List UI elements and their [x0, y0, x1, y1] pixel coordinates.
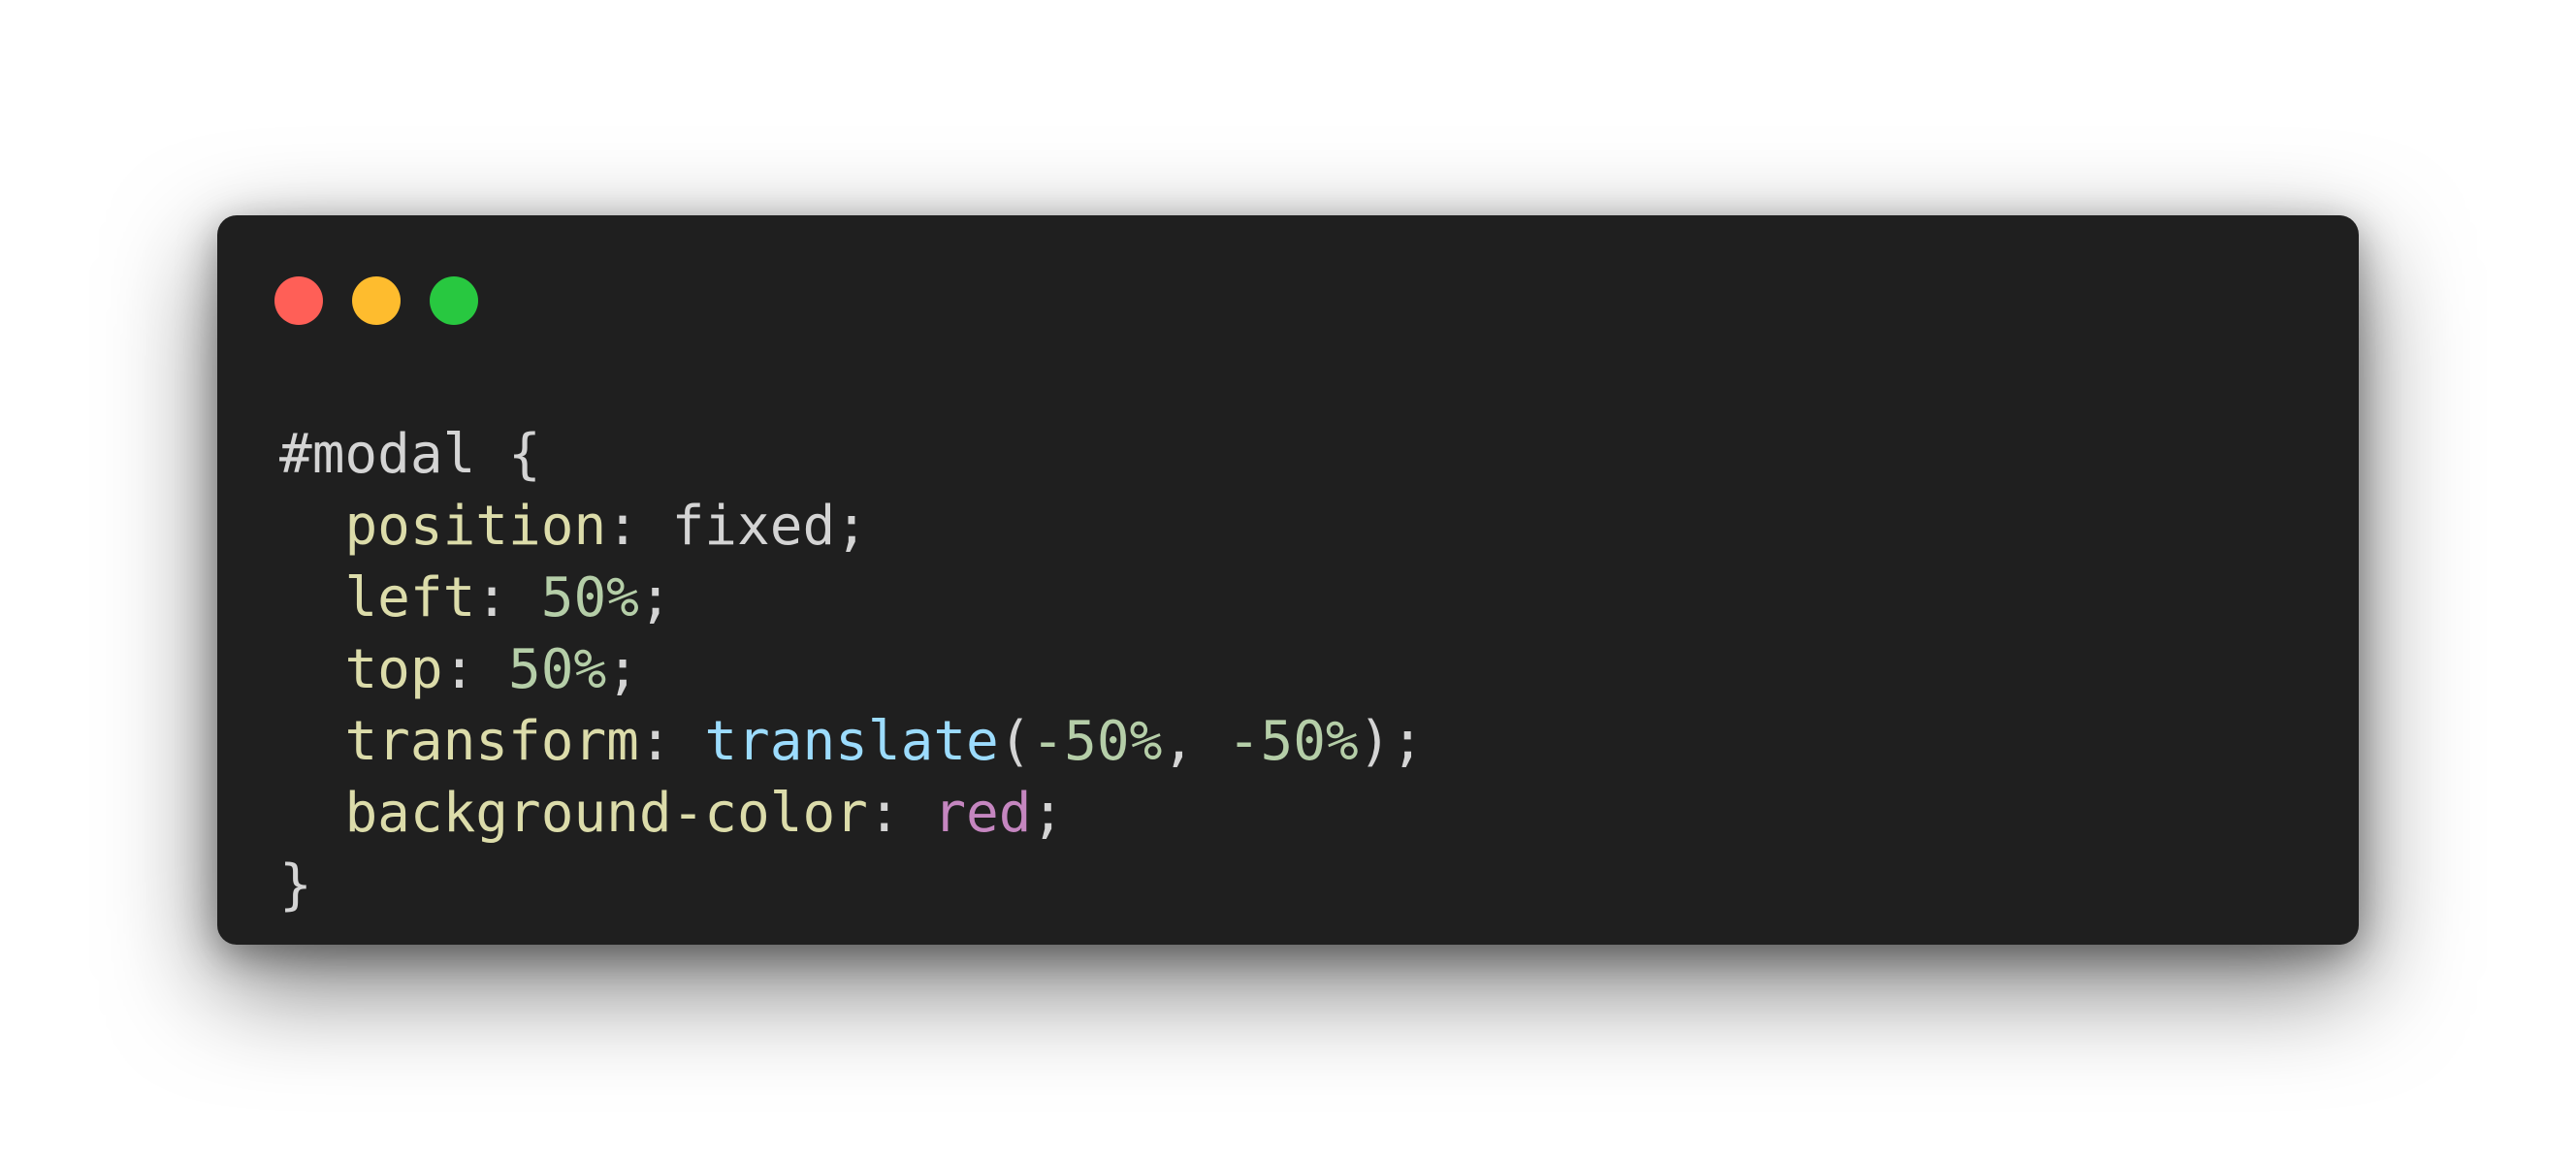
css-property: left [344, 566, 476, 629]
css-value: fixed [671, 495, 836, 558]
code-line-transform: transform: translate(-50%, -50%); [279, 706, 1424, 778]
open-paren: ( [998, 710, 1032, 773]
closing-brace: } [279, 854, 312, 917]
colon: : [606, 495, 672, 558]
css-selector: #modal { [279, 423, 541, 486]
css-value: 50% [540, 566, 639, 629]
css-property: background-color [344, 782, 868, 845]
code-line-background-color: background-color: red; [279, 778, 1424, 850]
css-arg: -50% [1227, 710, 1359, 773]
code-block: #modal { position: fixed; left: 50%; top… [279, 419, 1424, 921]
semicolon: ; [1391, 710, 1425, 773]
colon: : [442, 638, 509, 701]
code-line-selector: #modal { [279, 419, 1424, 491]
minimize-button[interactable] [352, 276, 401, 325]
css-arg: -50% [1031, 710, 1163, 773]
colon: : [475, 566, 541, 629]
code-line-left: left: 50%; [279, 563, 1424, 634]
close-button[interactable] [274, 276, 323, 325]
colon: : [867, 782, 934, 845]
maximize-button[interactable] [430, 276, 478, 325]
css-property: top [344, 638, 443, 701]
semicolon: ; [1031, 782, 1065, 845]
code-line-position: position: fixed; [279, 491, 1424, 563]
window-controls [274, 276, 478, 325]
semicolon: ; [835, 495, 868, 558]
css-value: red [933, 782, 1032, 845]
code-line-closing: } [279, 850, 1424, 921]
close-paren: ) [1358, 710, 1392, 773]
css-function: translate [704, 710, 999, 773]
css-value: 50% [508, 638, 607, 701]
code-line-top: top: 50%; [279, 634, 1424, 706]
colon: : [638, 710, 705, 773]
semicolon: ; [606, 638, 639, 701]
css-property: transform [344, 710, 639, 773]
comma: , [1162, 710, 1228, 773]
css-property: position [344, 495, 607, 558]
semicolon: ; [638, 566, 672, 629]
code-window: #modal { position: fixed; left: 50%; top… [217, 215, 2359, 945]
